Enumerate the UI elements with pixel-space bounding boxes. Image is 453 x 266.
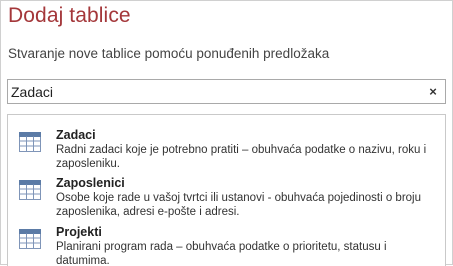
list-item-projekti[interactable]: Projekti Planirani program rada – obuhva… (8, 224, 445, 266)
item-title: Projekti (56, 225, 102, 239)
template-list: Zadaci Radni zadaci koje je potrebno pra… (7, 114, 446, 266)
list-item-zadaci[interactable]: Zadaci Radni zadaci koje je potrebno pra… (8, 127, 445, 171)
table-icon (19, 132, 41, 152)
table-icon (19, 180, 41, 200)
item-description: Planirani program rada – obuhvaća podatk… (56, 241, 387, 266)
clear-search-button[interactable]: × (425, 83, 441, 100)
item-description: Osobe koje rade u vašoj tvrtci ili ustan… (56, 192, 422, 218)
add-tables-dialog: Dodaj tablice Stvaranje nove tablice pom… (0, 0, 453, 266)
item-description: Radni zadaci koje je potrebno pratiti – … (56, 144, 427, 170)
item-title: Zadaci (56, 128, 96, 142)
template-search-input[interactable] (11, 82, 421, 101)
table-icon (19, 229, 41, 249)
template-search-box: × (7, 79, 446, 104)
dialog-subtitle: Stvaranje nove tablice pomoću ponuđenih … (8, 46, 330, 61)
dialog-title: Dodaj tablice (8, 4, 131, 27)
item-title: Zaposlenici (56, 176, 125, 190)
close-icon: × (429, 84, 437, 99)
list-item-zaposlenici[interactable]: Zaposlenici Osobe koje rade u vašoj tvrt… (8, 175, 445, 221)
